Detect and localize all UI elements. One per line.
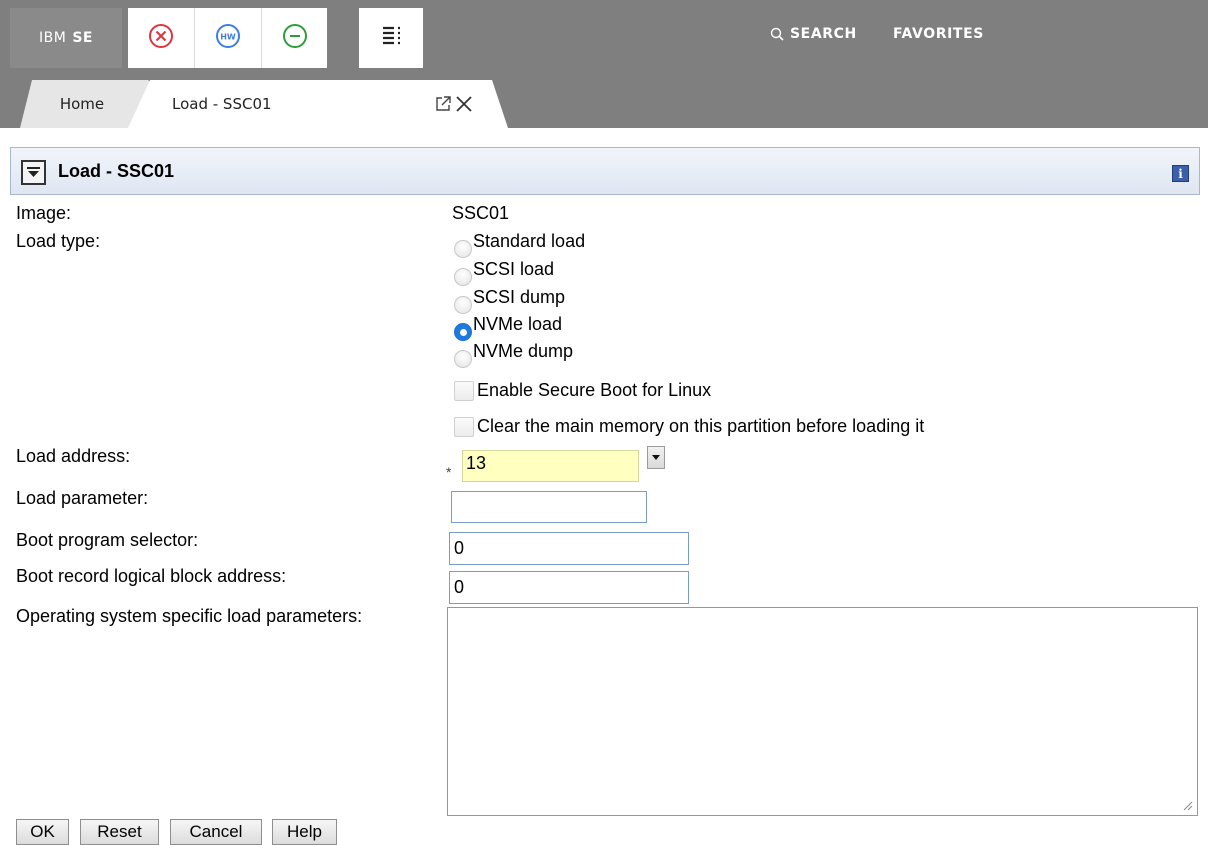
product-logo[interactable]: IBM SE <box>10 8 122 68</box>
resize-grip-icon[interactable] <box>1181 798 1193 811</box>
svg-text:HW: HW <box>220 32 236 41</box>
os-messages-button[interactable] <box>262 8 327 68</box>
boot-record-lba-label: Boot record logical block address: <box>16 566 287 586</box>
clear-memory-label: Clear the main memory on this partition … <box>477 416 925 436</box>
radio-nvme-dump[interactable]: NVMe dump <box>454 341 573 368</box>
os-load-params-textarea[interactable] <box>447 607 1198 816</box>
brand-prefix: IBM <box>39 30 67 46</box>
tab-load-ssc01[interactable]: Load - SSC01 <box>128 80 508 128</box>
hardware-messages-button[interactable]: HW <box>195 8 262 68</box>
boot-record-lba-input[interactable] <box>449 571 689 604</box>
info-icon[interactable]: i <box>1172 165 1189 182</box>
error-circle-icon <box>148 23 174 54</box>
load-type-label: Load type: <box>16 231 101 251</box>
tab-load-label: Load - SSC01 <box>172 95 272 113</box>
favorites-link[interactable]: FAVORITES <box>893 26 984 42</box>
radio-nvme-load[interactable]: NVMe load <box>454 314 562 341</box>
load-parameter-label: Load parameter: <box>16 488 149 508</box>
load-address-dropdown-button[interactable] <box>647 446 665 469</box>
radio-button[interactable] <box>454 296 472 314</box>
pop-out-icon[interactable] <box>434 95 452 113</box>
search-link[interactable]: SEARCH <box>770 26 857 42</box>
secure-boot-option[interactable]: Enable Secure Boot for Linux <box>454 380 711 401</box>
collapse-button[interactable] <box>21 160 46 185</box>
top-banner: IBM SE HW SEARCH FAVORITES Home Load - S… <box>0 0 1208 128</box>
tab-underline <box>0 128 1208 134</box>
radio-button[interactable] <box>454 350 472 368</box>
minus-circle-icon <box>282 23 308 54</box>
chevron-down-icon <box>651 454 661 461</box>
tab-home[interactable]: Home <box>20 80 150 128</box>
secure-boot-checkbox[interactable] <box>454 380 474 401</box>
reset-button[interactable]: Reset <box>80 819 159 845</box>
panel-title: Load - SSC01 <box>58 161 175 181</box>
chevron-down-icon <box>26 166 41 179</box>
radio-label: SCSI dump <box>473 287 566 307</box>
radio-label: SCSI load <box>473 259 555 279</box>
load-address-value: 13 <box>466 453 487 473</box>
load-address-combobox[interactable]: 13 <box>462 450 639 482</box>
radio-label: NVMe dump <box>473 341 574 361</box>
image-label: Image: <box>16 203 72 223</box>
image-value: SSC01 <box>452 203 510 223</box>
error-status-button[interactable] <box>128 8 195 68</box>
radio-scsi-load[interactable]: SCSI load <box>454 259 554 286</box>
search-icon <box>770 27 784 41</box>
boot-program-selector-label: Boot program selector: <box>16 530 199 550</box>
cancel-button[interactable]: Cancel <box>170 819 262 845</box>
load-address-label: Load address: <box>16 446 131 466</box>
panel-header: Load - SSC01 i <box>10 147 1200 195</box>
radio-button[interactable] <box>454 240 472 258</box>
clear-memory-checkbox[interactable] <box>454 416 474 437</box>
os-load-params-label: Operating system specific load parameter… <box>16 606 363 626</box>
ok-button[interactable]: OK <box>16 819 69 845</box>
task-list-icon <box>379 25 403 52</box>
help-button[interactable]: Help <box>272 819 337 845</box>
radio-scsi-dump[interactable]: SCSI dump <box>454 287 565 314</box>
secure-boot-label: Enable Secure Boot for Linux <box>477 380 712 400</box>
radio-label: Standard load <box>473 231 586 251</box>
hw-circle-icon: HW <box>215 23 241 54</box>
load-parameter-input[interactable] <box>451 491 647 523</box>
radio-button[interactable] <box>454 268 472 286</box>
boot-program-selector-input[interactable] <box>449 532 689 565</box>
search-label: SEARCH <box>790 26 857 42</box>
radio-standard-load[interactable]: Standard load <box>454 231 585 258</box>
tab-home-label: Home <box>59 95 105 113</box>
brand-name: SE <box>72 30 93 46</box>
favorites-label: FAVORITES <box>893 26 984 42</box>
radio-label: NVMe load <box>473 314 563 334</box>
radio-button-selected[interactable] <box>454 323 472 341</box>
task-list-button[interactable] <box>359 8 423 68</box>
close-tab-icon[interactable] <box>454 94 474 114</box>
clear-memory-option[interactable]: Clear the main memory on this partition … <box>454 416 924 437</box>
required-marker: * <box>446 464 452 480</box>
